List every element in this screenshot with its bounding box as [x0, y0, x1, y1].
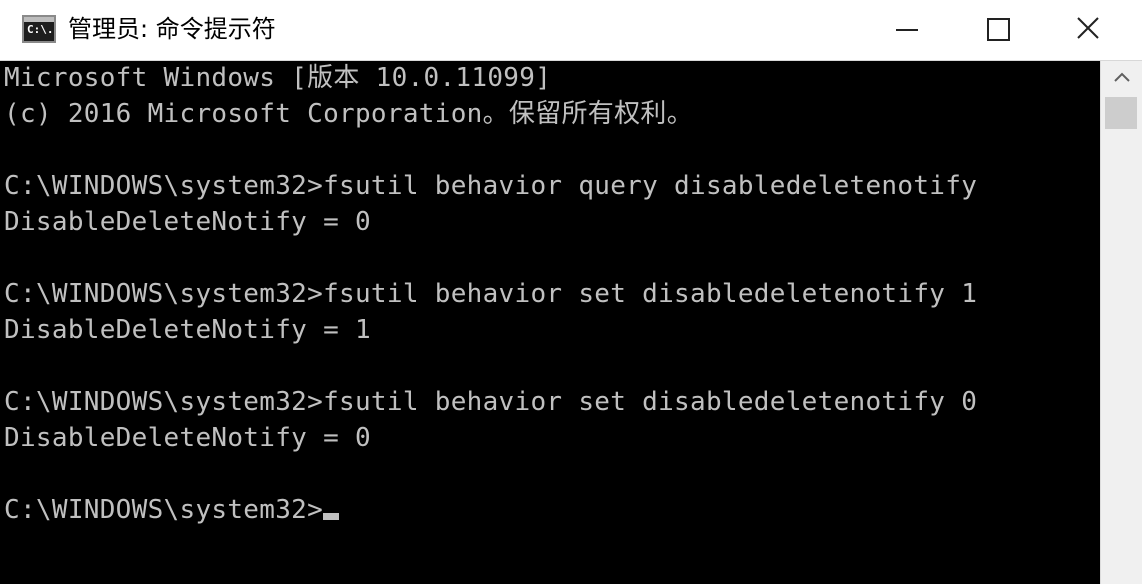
console-line: DisableDeleteNotify = 0 [4, 207, 371, 237]
scroll-up-button[interactable] [1101, 61, 1142, 95]
scroll-thumb[interactable] [1105, 97, 1137, 129]
vertical-scrollbar[interactable] [1100, 61, 1142, 584]
cmd-icon-glyph: C:\. [27, 23, 54, 36]
console-line: DisableDeleteNotify = 1 [4, 315, 371, 345]
command-prompt-window: C:\. 管理员: 命令提示符 Microsoft Windows [版本 10… [0, 0, 1142, 584]
cmd-console-icon: C:\. [22, 15, 56, 43]
console-output[interactable]: Microsoft Windows [版本 10.0.11099] (c) 20… [0, 61, 1100, 584]
close-icon [1077, 17, 1099, 39]
console-line: C:\WINDOWS\system32>fsutil behavior set … [4, 387, 978, 417]
console-line: C:\WINDOWS\system32>fsutil behavior quer… [4, 171, 978, 201]
chevron-up-icon [1114, 72, 1130, 82]
prompt-text: C:\WINDOWS\system32> [4, 495, 324, 525]
maximize-button[interactable] [952, 0, 1042, 58]
text-cursor [323, 513, 340, 520]
close-button[interactable] [1042, 0, 1134, 58]
console-line: Microsoft Windows [版本 10.0.11099] [4, 63, 552, 93]
prompt-line[interactable]: C:\WINDOWS\system32> [4, 493, 340, 527]
console-line: C:\WINDOWS\system32>fsutil behavior set … [4, 279, 978, 309]
title-bar[interactable]: C:\. 管理员: 命令提示符 [0, 0, 1142, 61]
maximize-icon [987, 18, 1010, 41]
minimize-icon [896, 29, 918, 31]
console-line: (c) 2016 Microsoft Corporation。保留所有权利。 [4, 99, 693, 129]
window-title: 管理员: 命令提示符 [68, 15, 276, 43]
minimize-button[interactable] [862, 0, 952, 58]
console-line: DisableDeleteNotify = 0 [4, 423, 371, 453]
